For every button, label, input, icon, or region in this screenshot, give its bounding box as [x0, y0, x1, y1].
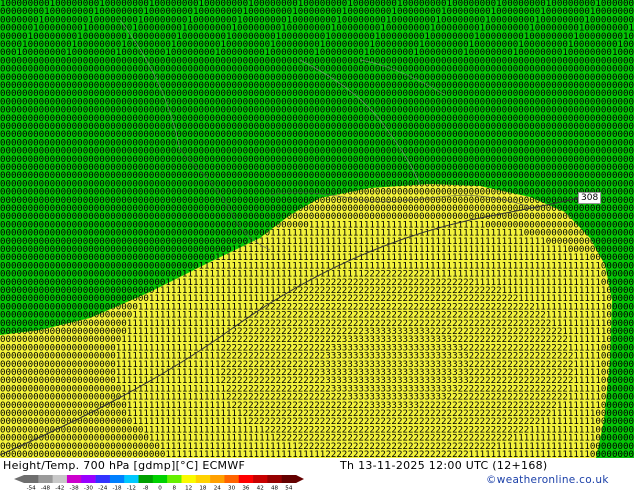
legend-swatch — [195, 475, 211, 483]
legend-tick-label: 0 — [158, 486, 162, 490]
legend-tick-label: 18 — [199, 486, 207, 490]
legend-swatch — [138, 475, 154, 483]
legend-tick-label: -30 — [84, 486, 94, 490]
legend-tick-label: 54 — [285, 486, 293, 490]
legend-swatch — [24, 475, 39, 483]
legend-swatch — [66, 475, 82, 483]
digit-row: 0000000000000000000000000000001111111111… — [0, 450, 634, 458]
valid-time: Th 13-11-2025 12:00 UTC (12+168) — [340, 459, 548, 472]
legend-swatch — [224, 475, 240, 483]
legend-arrow-left — [14, 475, 24, 483]
legend-swatch — [95, 475, 111, 483]
legend-tick-label: -12 — [127, 486, 136, 490]
legend-swatch — [52, 475, 68, 483]
legend-swatch — [267, 475, 282, 483]
contour-label-308: 308 — [578, 192, 602, 204]
legend-swatch — [81, 475, 96, 483]
legend-tick-label: -18 — [112, 486, 122, 490]
legend-tick-label: -8 — [143, 486, 149, 490]
legend-swatch — [152, 475, 168, 483]
legend-swatch — [167, 475, 182, 483]
legend-tick-label: 12 — [185, 486, 192, 490]
legend-tick-label: -38 — [70, 486, 80, 490]
legend-swatch — [38, 475, 53, 483]
legend-swatch — [253, 475, 268, 483]
legend-arrow-right — [296, 475, 304, 483]
legend-swatch — [124, 475, 139, 483]
temperature-color-legend: -54 -48 -42 -38 -30 -24 -18 -12 -8 0 8 12 18 24 30 36 42… — [14, 475, 304, 490]
legend-tick-label: -42 — [55, 486, 64, 490]
legend-tick-label: 48 — [271, 486, 279, 490]
legend-swatch — [281, 475, 297, 483]
legend-swatch — [181, 475, 197, 483]
legend-tick-label: 42 — [257, 486, 264, 490]
legend-swatch — [210, 475, 225, 483]
legend-swatch — [238, 475, 254, 483]
credit-link[interactable]: ©weatheronline.co.uk — [486, 474, 609, 486]
weather-map: 1000000001000000001000000001000000001000… — [0, 0, 634, 458]
map-footer: Height/Temp. 700 hPa [gdmp][°C] ECMWF Th… — [0, 458, 634, 490]
legend-tick-label: -54 — [27, 486, 37, 490]
legend-tick-label: -48 — [41, 486, 51, 490]
legend-tick-label: 36 — [242, 486, 250, 490]
map-title: Height/Temp. 700 hPa [gdmp][°C] ECMWF — [3, 459, 246, 472]
legend-swatch — [109, 475, 125, 483]
legend-tick-label: 8 — [173, 486, 177, 490]
legend-tick-label: 24 — [214, 486, 222, 490]
legend-tick-label: -24 — [98, 486, 108, 490]
legend-tick-label: 30 — [228, 486, 236, 490]
